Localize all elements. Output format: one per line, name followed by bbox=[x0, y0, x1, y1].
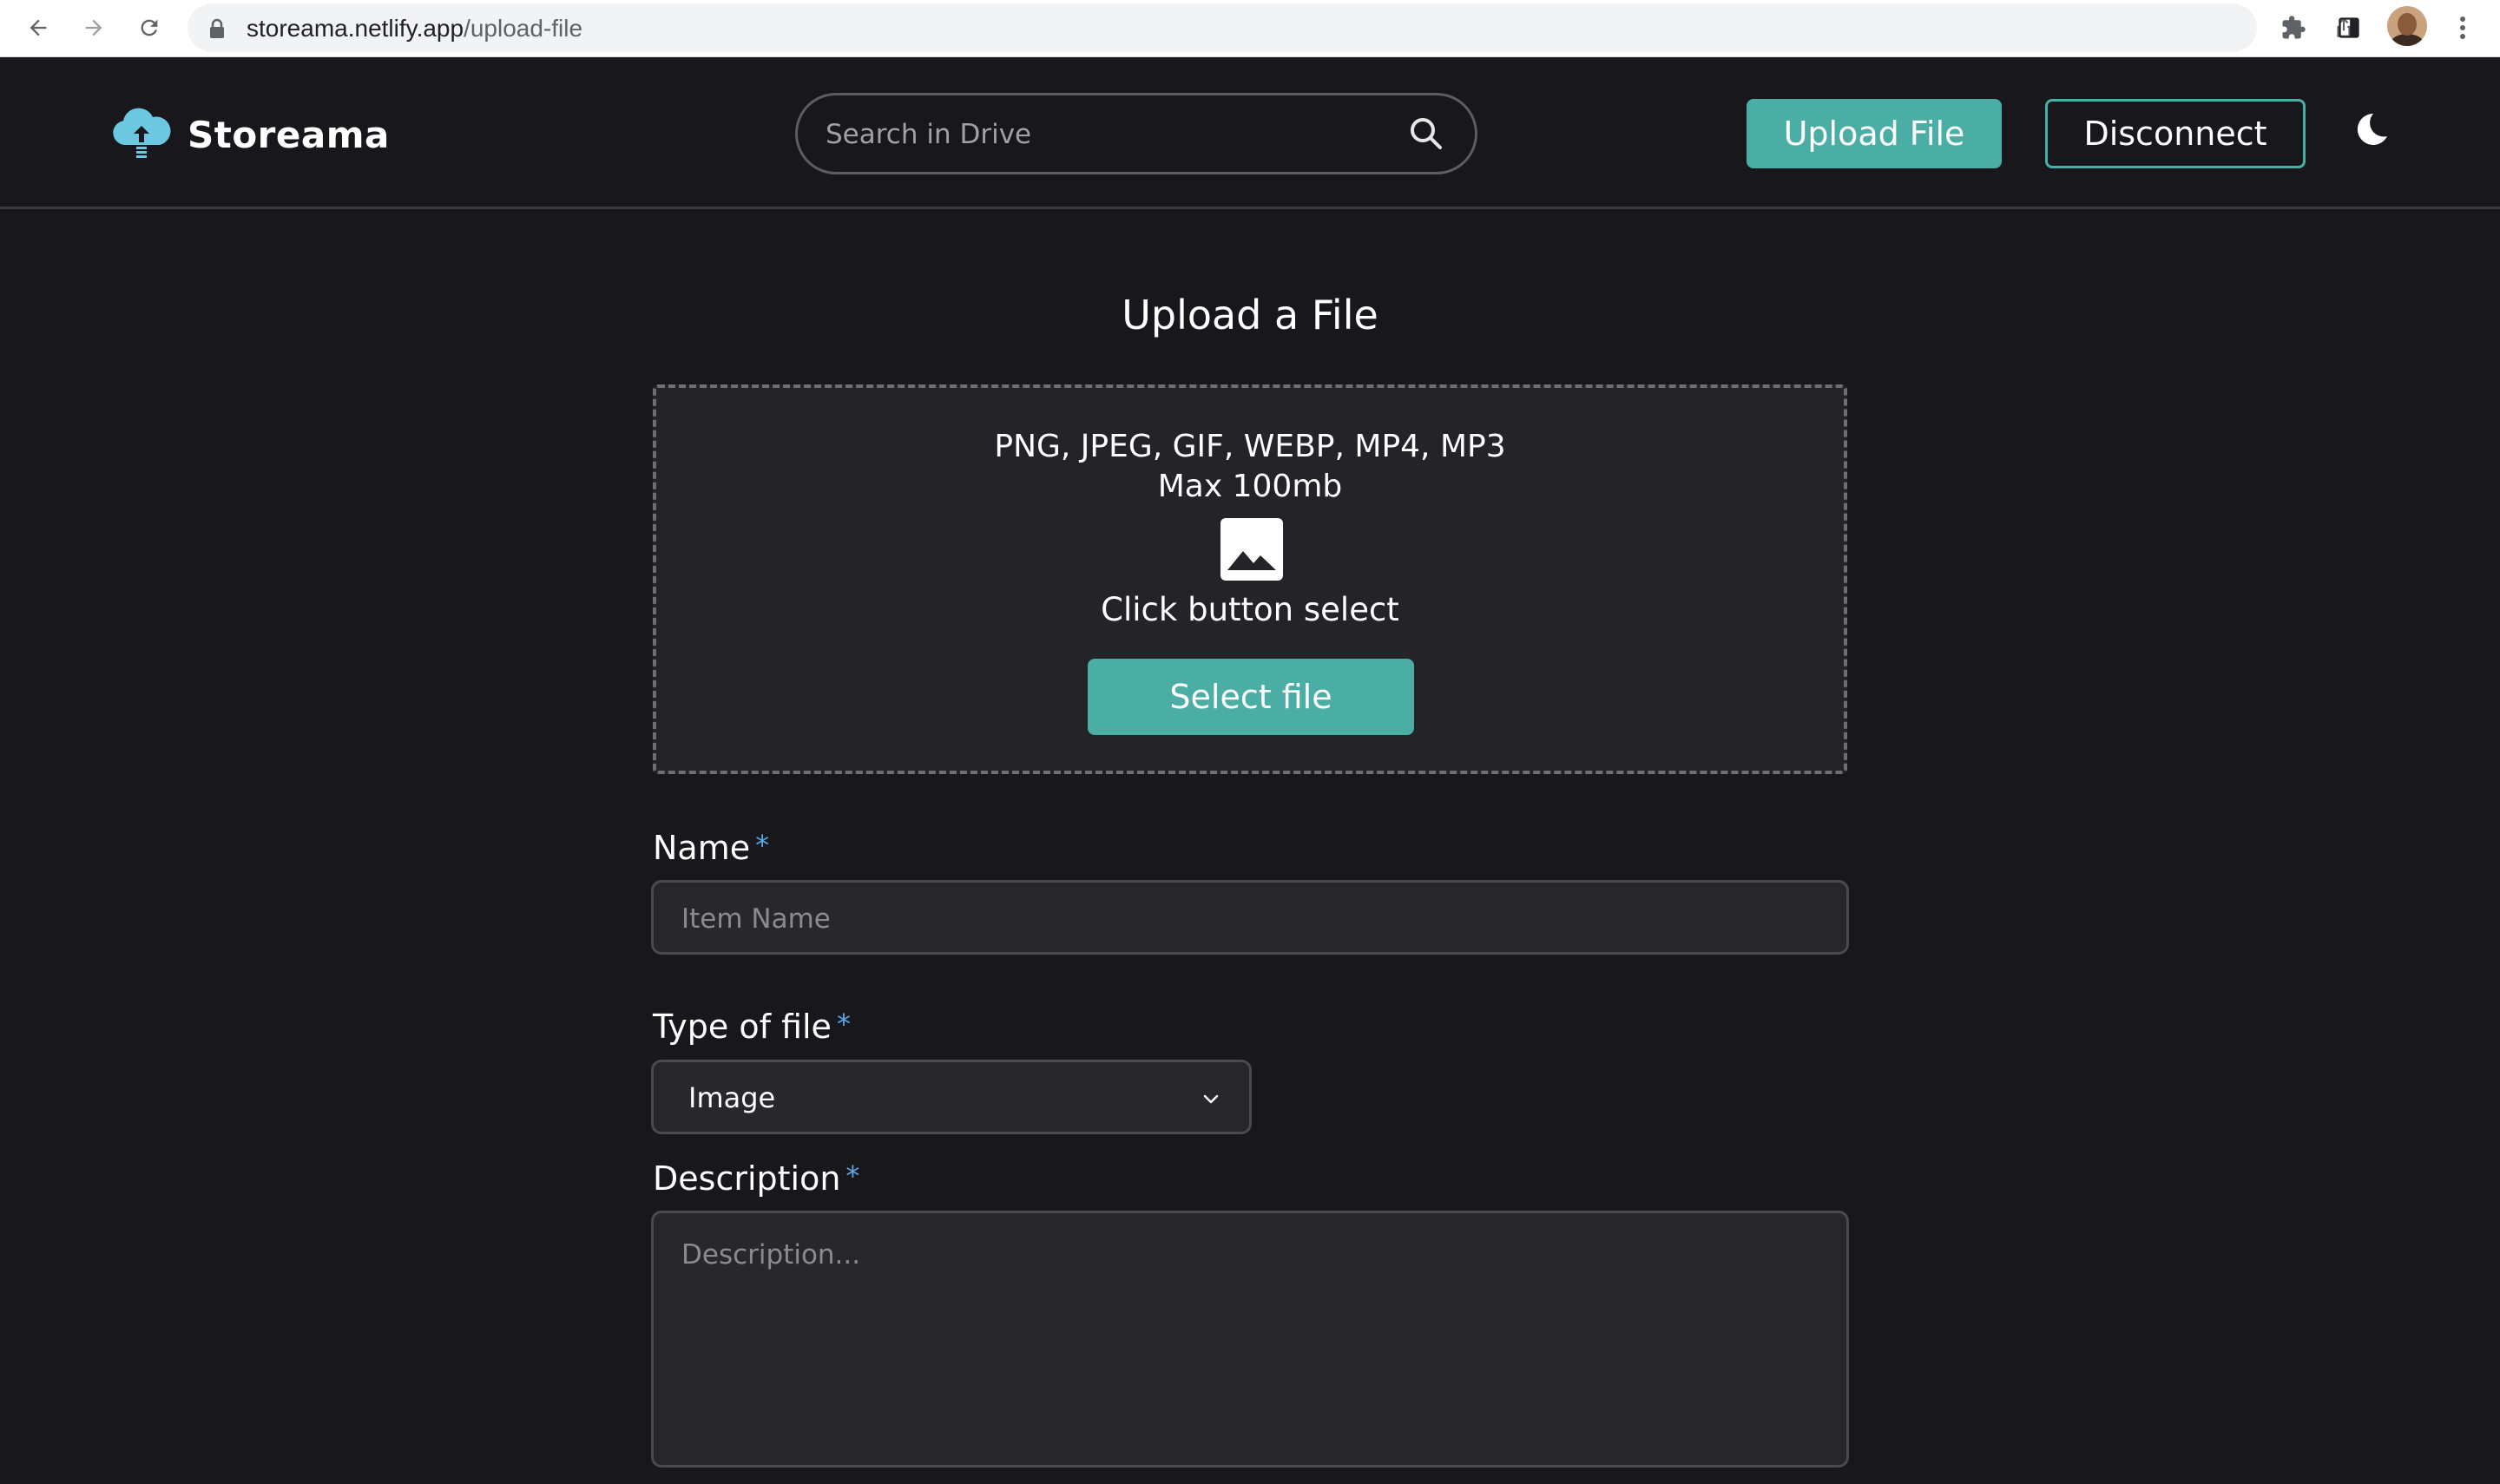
reload-icon[interactable] bbox=[130, 9, 168, 47]
description-label-text: Description bbox=[653, 1159, 841, 1198]
required-marker: * bbox=[836, 1008, 851, 1041]
logo[interactable]: Storeama bbox=[109, 107, 390, 162]
file-type-value: Image bbox=[688, 1081, 776, 1114]
upload-file-button[interactable]: Upload File bbox=[1747, 99, 2002, 168]
forward-arrow-icon[interactable] bbox=[75, 9, 113, 47]
search-icon[interactable] bbox=[1405, 113, 1447, 158]
moon-icon[interactable] bbox=[2349, 108, 2391, 150]
side-panel-icon[interactable] bbox=[2330, 9, 2368, 47]
file-dropzone[interactable]: PNG, JPEG, GIF, WEBP, MP4, MP3 Max 100mb… bbox=[653, 384, 1847, 774]
max-size: Max 100mb bbox=[1157, 469, 1343, 504]
search-box bbox=[795, 93, 1477, 174]
image-icon bbox=[1220, 518, 1283, 581]
cloud-upload-icon bbox=[109, 107, 174, 162]
back-arrow-icon[interactable] bbox=[19, 9, 57, 47]
required-marker: * bbox=[755, 829, 770, 862]
lock-icon bbox=[208, 18, 226, 43]
browser-menu-icon[interactable] bbox=[2444, 9, 2482, 47]
app-header: Storeama Upload File Disconnect bbox=[0, 58, 2500, 209]
browser-toolbar: storeama.netlify.app/upload-file bbox=[0, 0, 2500, 57]
dropzone-hint: Click button select bbox=[1101, 591, 1399, 628]
brand-name: Storeama bbox=[188, 113, 390, 156]
file-type-select[interactable]: Image bbox=[651, 1060, 1252, 1134]
type-label-text: Type of file bbox=[653, 1008, 832, 1046]
address-bar[interactable]: storeama.netlify.app/upload-file bbox=[188, 3, 2411, 52]
search-input[interactable] bbox=[826, 113, 1381, 156]
required-marker: * bbox=[845, 1159, 860, 1192]
description-field bbox=[651, 1211, 1849, 1468]
page-title: Upload a File bbox=[1122, 292, 1378, 338]
description-textarea[interactable] bbox=[681, 1239, 1810, 1448]
extensions-puzzle-icon[interactable] bbox=[2274, 9, 2312, 47]
name-label: Name * bbox=[653, 829, 769, 867]
item-name-input[interactable] bbox=[681, 898, 1810, 940]
name-field bbox=[651, 880, 1849, 955]
type-label: Type of file * bbox=[653, 1008, 851, 1046]
name-label-text: Name bbox=[653, 829, 751, 867]
description-label: Description * bbox=[653, 1159, 859, 1198]
url-text: storeama.netlify.app/upload-file bbox=[247, 15, 583, 42]
chevron-down-icon bbox=[1201, 1088, 1221, 1113]
profile-avatar[interactable] bbox=[2387, 6, 2427, 46]
accepted-formats: PNG, JPEG, GIF, WEBP, MP4, MP3 bbox=[994, 429, 1506, 464]
select-file-button[interactable]: Select file bbox=[1088, 659, 1414, 735]
disconnect-button[interactable]: Disconnect bbox=[2045, 99, 2306, 168]
